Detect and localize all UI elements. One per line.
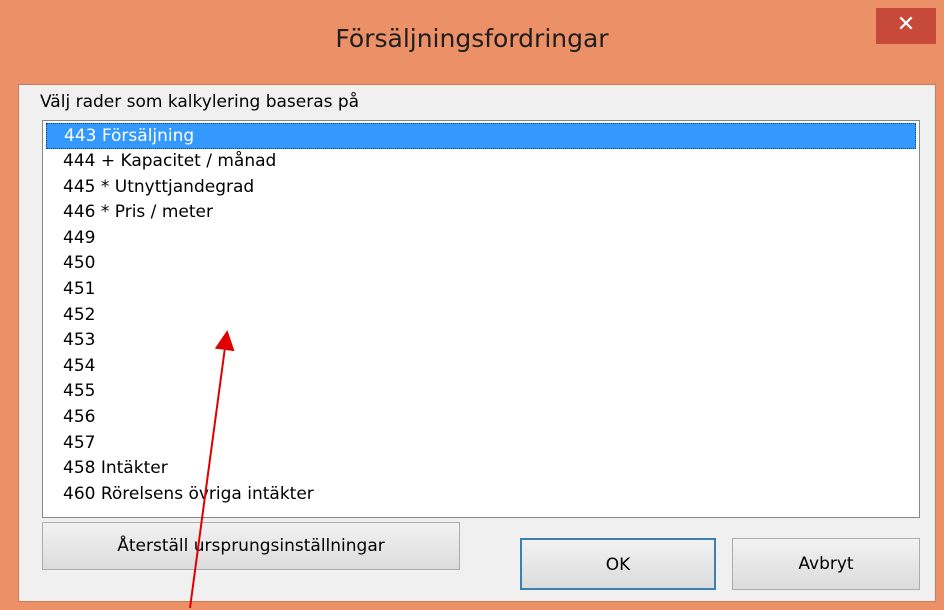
- list-item[interactable]: 460 Rörelsens övriga intäkter: [43, 482, 919, 508]
- list-item[interactable]: 454: [43, 354, 919, 380]
- list-item[interactable]: 453: [43, 328, 919, 354]
- list-item[interactable]: 449: [43, 226, 919, 252]
- close-icon: ✕: [896, 12, 916, 37]
- dialog-window: Försäljningsfordringar ✕ Välj rader som …: [0, 0, 944, 610]
- list-label: Välj rader som kalkylering baseras på: [40, 92, 360, 112]
- list-item[interactable]: 450: [43, 251, 919, 277]
- reset-defaults-button[interactable]: Återställ ursprungsinställningar: [42, 522, 460, 570]
- list-item[interactable]: 444 + Kapacitet / månad: [43, 149, 919, 175]
- list-item[interactable]: 445 * Utnyttjandegrad: [43, 175, 919, 201]
- list-item[interactable]: 446 * Pris / meter: [43, 200, 919, 226]
- list-item[interactable]: 455: [43, 379, 919, 405]
- list-item[interactable]: 456: [43, 405, 919, 431]
- list-item[interactable]: 458 Intäkter: [43, 456, 919, 482]
- rows-listbox[interactable]: 443 Försäljning 444 + Kapacitet / månad …: [42, 120, 920, 518]
- list-item[interactable]: 457: [43, 431, 919, 457]
- cancel-button[interactable]: Avbryt: [732, 538, 920, 590]
- list-item[interactable]: 443 Försäljning: [46, 123, 916, 149]
- window-title: Försäljningsfordringar: [335, 24, 609, 53]
- list-item[interactable]: 452: [43, 303, 919, 329]
- ok-button[interactable]: OK: [520, 538, 716, 590]
- list-item[interactable]: 451: [43, 277, 919, 303]
- close-button[interactable]: ✕: [876, 8, 936, 44]
- title-bar[interactable]: Försäljningsfordringar ✕: [0, 0, 944, 84]
